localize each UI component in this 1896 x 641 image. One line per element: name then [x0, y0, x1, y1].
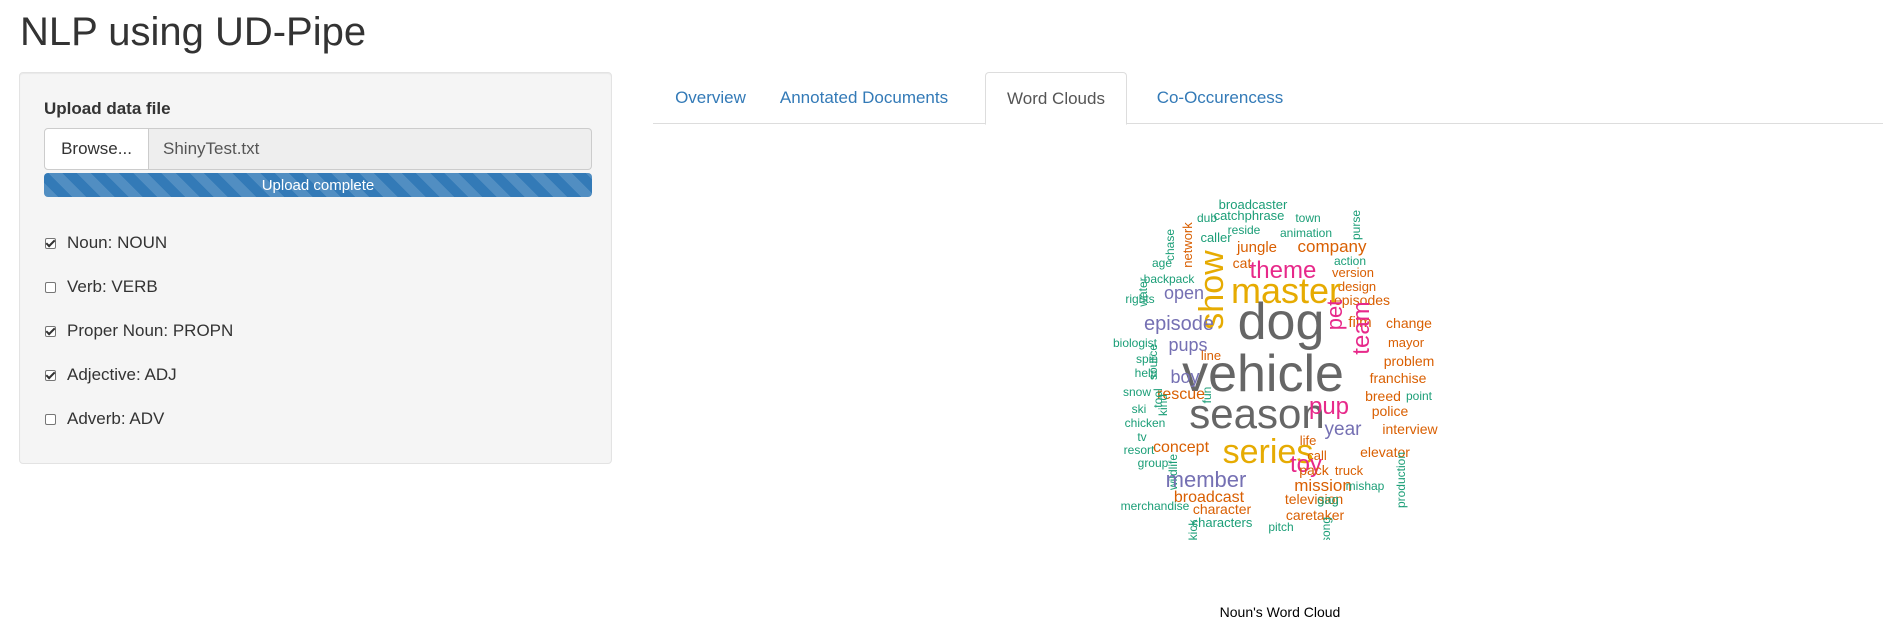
checkbox-verb-box[interactable]: [45, 281, 56, 293]
word-cloud-word: caller: [1200, 230, 1232, 245]
word-cloud-word: police: [1372, 403, 1409, 419]
word-cloud-word: merchandise: [1121, 499, 1190, 513]
word-cloud-word: reside: [1228, 223, 1261, 237]
checkbox-adj-box[interactable]: [45, 369, 56, 381]
word-cloud-word: mishap: [1346, 479, 1385, 493]
tab-word-clouds[interactable]: Word Clouds: [985, 72, 1127, 125]
browse-button[interactable]: Browse...: [44, 128, 149, 170]
file-input-group: Browse... ShinyTest.txt: [44, 128, 592, 170]
tab-annotated-documents[interactable]: Annotated Documents: [769, 72, 959, 124]
word-cloud-word: episode: [1144, 313, 1214, 335]
checkbox-propn-box[interactable]: [45, 325, 56, 337]
word-cloud-caption: Noun's Word Cloud: [1219, 604, 1341, 620]
word-cloud-word: gag: [1317, 492, 1339, 507]
word-cloud-word: pet: [1322, 300, 1347, 331]
checkbox-verb-label: Verb: VERB: [67, 277, 158, 296]
word-cloud-word: problem: [1384, 353, 1435, 369]
word-cloud-word: dog: [1238, 293, 1325, 351]
checkbox-verb[interactable]: Verb: VERB: [44, 265, 233, 309]
word-cloud-word: chicken: [1125, 416, 1166, 430]
checkbox-noun[interactable]: Noun: NOUN: [44, 221, 233, 265]
tab-bar: Overview Annotated Documents Word Clouds…: [653, 72, 1883, 125]
page-title: NLP using UD-Pipe: [20, 10, 367, 54]
word-cloud-word: cat: [1233, 255, 1252, 271]
word-cloud-word: concept: [1153, 439, 1210, 456]
upload-progress-text: Upload complete: [261, 176, 375, 194]
word-cloud-word: town: [1295, 211, 1320, 225]
word-cloud-words: broadcasterdubcatchphrase townreside anima…: [1113, 197, 1439, 540]
word-cloud-word: song: [1319, 517, 1333, 540]
pos-checkbox-group: Noun: NOUN Verb: VERB Proper Noun: PROPN…: [44, 221, 233, 441]
word-cloud-word: point: [1406, 389, 1433, 403]
checkbox-adv[interactable]: Adverb: ADV: [44, 397, 233, 441]
tab-co-occurences[interactable]: Co-Occurencess: [1127, 72, 1313, 124]
word-cloud: broadcasterdubcatchphrase townreside anima…: [1113, 197, 1439, 540]
word-cloud-word: ski: [1132, 402, 1147, 416]
checkbox-adv-label: Adverb: ADV: [67, 409, 165, 428]
word-cloud-word: tv: [1137, 430, 1146, 444]
word-cloud-word: source: [1146, 344, 1160, 380]
word-cloud-word: resort: [1124, 443, 1155, 457]
tab-overview[interactable]: Overview: [653, 72, 768, 124]
word-cloud-word: production: [1394, 452, 1408, 508]
word-cloud-word: water: [1136, 277, 1150, 307]
upload-label: Upload data file: [44, 99, 171, 118]
word-cloud-word: change: [1386, 315, 1432, 331]
word-cloud-word: age: [1152, 256, 1172, 270]
checkbox-propn-label: Proper Noun: PROPN: [67, 321, 234, 340]
word-cloud-word: mayor: [1388, 335, 1425, 350]
word-cloud-word: caretaker: [1286, 507, 1345, 523]
file-name-field: ShinyTest.txt: [149, 128, 592, 170]
word-cloud-word: open: [1164, 283, 1204, 303]
checkbox-noun-label: Noun: NOUN: [67, 233, 168, 252]
upload-progress-bar: Upload complete: [44, 173, 592, 197]
word-cloud-word: jungle: [1236, 239, 1277, 256]
word-cloud-word: team: [1348, 301, 1375, 354]
word-cloud-word: catchphrase: [1214, 208, 1285, 223]
word-cloud-word: kind: [1156, 394, 1170, 416]
word-cloud-word: breed: [1365, 388, 1401, 404]
checkbox-adv-box[interactable]: [45, 413, 56, 425]
word-cloud-word: franchise: [1370, 370, 1427, 386]
sidebar-panel: Upload data file Browse... ShinyTest.txt…: [19, 72, 612, 464]
word-cloud-word: season: [1189, 390, 1324, 437]
checkbox-adj[interactable]: Adjective: ADJ: [44, 353, 233, 397]
word-cloud-word: purse: [1349, 210, 1363, 240]
word-cloud-word: snow: [1123, 385, 1151, 399]
checkbox-adj-label: Adjective: ADJ: [67, 365, 177, 384]
word-cloud-word: boy: [1170, 367, 1199, 387]
word-cloud-word: pup: [1309, 393, 1349, 420]
word-cloud-word: group: [1138, 456, 1169, 470]
word-cloud-word: characters: [1192, 515, 1253, 530]
checkbox-noun-box[interactable]: [45, 237, 56, 249]
word-cloud-word: interview: [1382, 421, 1438, 437]
checkbox-propn[interactable]: Proper Noun: PROPN: [44, 309, 233, 353]
word-cloud-word: year: [1325, 419, 1363, 440]
word-cloud-word: pitch: [1268, 520, 1293, 534]
